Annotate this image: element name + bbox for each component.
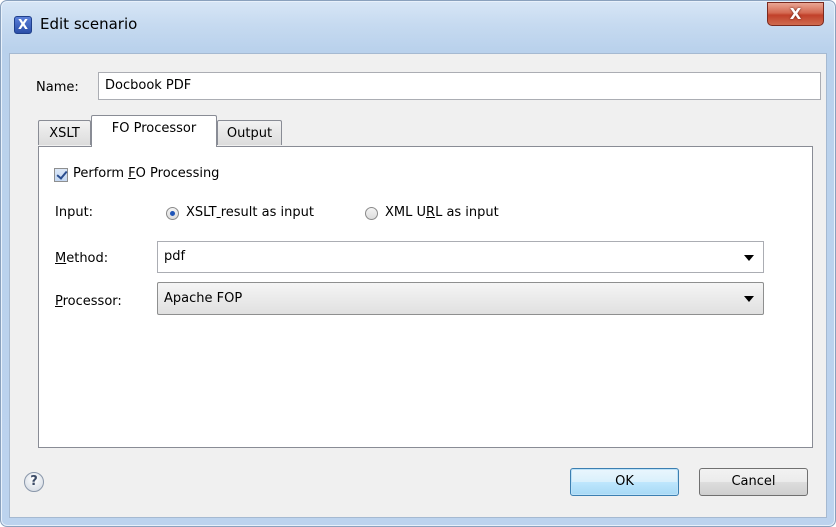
window-title: Edit scenario [40,15,138,33]
xml-url-radio[interactable] [365,207,378,220]
close-icon: X [789,5,802,23]
tab-output[interactable]: Output [217,120,282,145]
method-label: Method: [55,251,109,266]
method-value: pdf [164,249,186,264]
processor-label: Processor: [55,294,122,309]
ok-button[interactable]: OK [570,468,679,496]
processor-value: Apache FOP [164,291,243,306]
perform-fo-checkbox[interactable] [54,168,68,182]
help-icon[interactable]: ? [24,472,44,492]
xslt-result-radio-label[interactable]: XSLT result as input [186,205,314,220]
app-logo-icon: X [14,16,32,34]
processor-combobox[interactable]: Apache FOP [157,282,764,315]
dropdown-arrow-icon[interactable] [744,255,754,261]
xslt-result-radio[interactable] [166,207,179,220]
title-bar: X Edit scenario X [1,1,835,47]
perform-fo-label[interactable]: Perform FO Processing [73,166,219,181]
dialog-content: Name: Docbook PDF XSLT FO Processor Outp… [9,53,827,518]
name-input[interactable]: Docbook PDF [98,72,821,100]
xml-url-radio-label[interactable]: XML URL as input [385,205,499,220]
name-label: Name: [36,80,79,95]
dropdown-arrow-icon[interactable] [744,296,754,302]
fo-processor-panel: Perform FO Processing Input: XSLT result… [38,146,813,448]
method-combobox[interactable]: pdf [157,241,764,273]
edit-scenario-dialog: X Edit scenario X Name: Docbook PDF XSLT… [0,0,836,527]
tab-xslt[interactable]: XSLT [38,120,91,145]
cancel-button[interactable]: Cancel [699,468,808,496]
input-label: Input: [55,205,94,220]
close-button[interactable]: X [767,2,824,26]
tab-fo-processor[interactable]: FO Processor [91,115,217,147]
